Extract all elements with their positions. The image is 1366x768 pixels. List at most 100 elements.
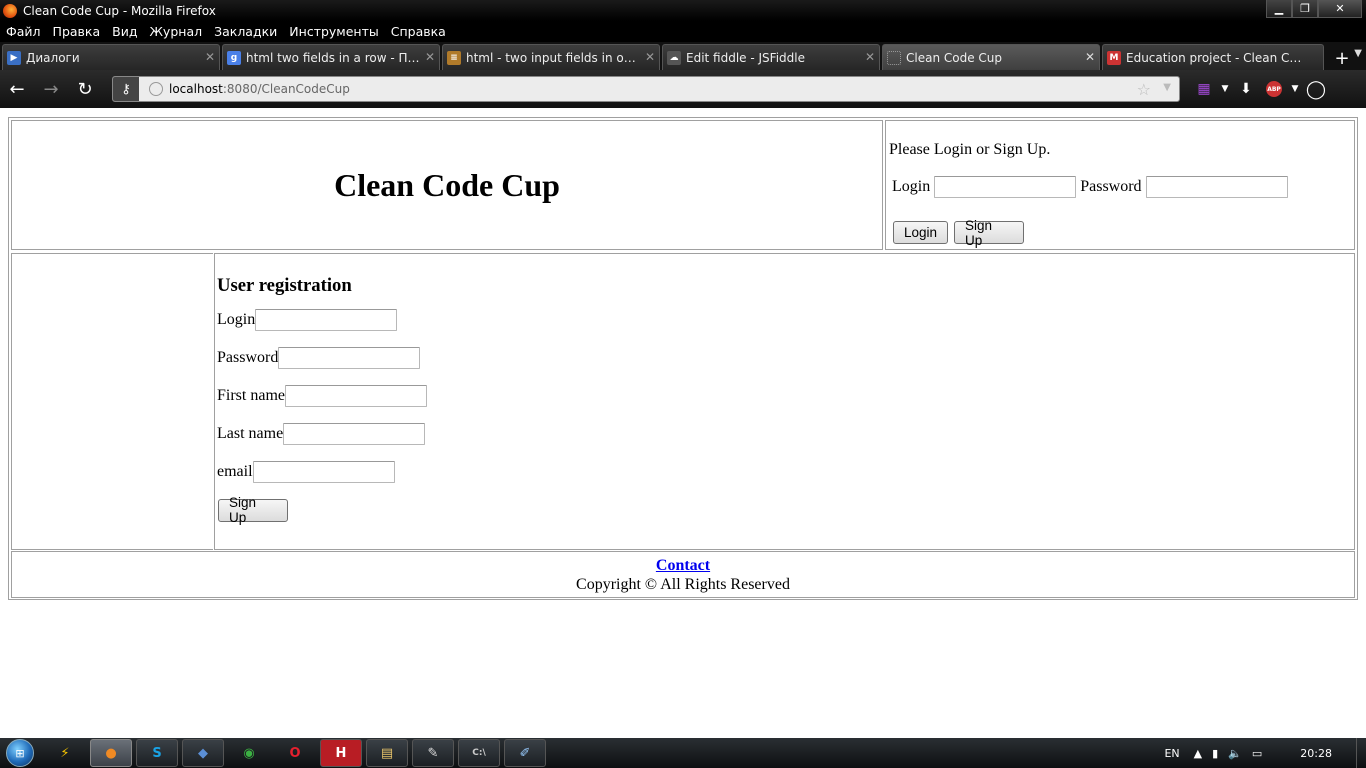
window-title: Clean Code Cup - Mozilla Firefox [23, 3, 216, 18]
site-identity-icon[interactable]: ⚷ [113, 77, 139, 101]
registration-password-input[interactable] [278, 347, 421, 369]
bookmark-star-icon[interactable]: ☆ [1137, 80, 1151, 99]
toolbar-right: ▦ ▼ ⬇ ABP ▼ ◯ [1190, 76, 1330, 102]
show-hidden-icons-icon[interactable]: ▲ [1194, 747, 1202, 760]
menu-bookmarks[interactable]: Закладки [214, 24, 277, 39]
registration-email-input[interactable] [252, 461, 395, 483]
tab-close-icon[interactable]: ✕ [865, 50, 875, 64]
new-tab-button[interactable]: + [1330, 46, 1354, 70]
login-label: Login [892, 178, 931, 195]
tab-jsfiddle[interactable]: ☁ Edit fiddle - JSFiddle ✕ [662, 44, 880, 70]
chrome-taskbar-icon[interactable]: ◉ [228, 739, 270, 767]
registration-firstname-input[interactable] [285, 385, 427, 407]
firefox-icon [3, 3, 17, 18]
taskbar-clock[interactable]: 20:28 [1300, 747, 1332, 760]
tab-label: Edit fiddle - JSFiddle [686, 50, 805, 65]
registration-actions: Sign Up [217, 495, 1352, 525]
reload-button[interactable]: ↻ [68, 74, 102, 104]
menu-file[interactable]: Файл [6, 24, 41, 39]
tab-close-icon[interactable]: ✕ [205, 50, 215, 64]
h-app-taskbar-icon[interactable]: H [320, 739, 362, 767]
registration-login-input[interactable] [255, 309, 398, 331]
registration-password-label: Password [217, 349, 279, 366]
tab-label: Clean Code Cup [906, 50, 1003, 65]
password-label: Password [1080, 178, 1142, 195]
login-button[interactable]: Login [893, 221, 948, 244]
registration-lastname-label: Last name [217, 425, 284, 442]
tab-close-icon[interactable]: ✕ [1085, 50, 1095, 64]
menu-help[interactable]: Справка [391, 24, 446, 39]
downloads-icon[interactable]: ⬇ [1232, 76, 1260, 102]
opera-taskbar-icon[interactable]: O [274, 739, 316, 767]
layout-table: Clean Code Cup Please Login or Sign Up. … [8, 117, 1358, 600]
registration-firstname-label: First name [217, 387, 285, 404]
windows-logo-icon: ⊞ [6, 739, 34, 767]
volume-icon[interactable]: 🔈 [1228, 747, 1242, 760]
tab-stackoverflow[interactable]: ≡ html - two input fields in one r... ✕ [442, 44, 660, 70]
tab-close-icon[interactable]: ✕ [425, 50, 435, 64]
feedback-icon[interactable]: ◯ [1302, 76, 1330, 102]
sidebar-cell [11, 253, 213, 550]
forward-button[interactable]: → [34, 74, 68, 104]
network-icon[interactable]: ▭ [1252, 747, 1262, 760]
back-button[interactable]: ← [0, 74, 34, 104]
quick-launch-icon[interactable]: ⚡ [44, 739, 86, 767]
notepad-taskbar-icon[interactable]: ✎ [412, 739, 454, 767]
address-bar[interactable]: ⚷ localhost :8080/CleanCodeCup ☆ ▼ [112, 76, 1180, 102]
registration-panel: User registration Login Password First n… [214, 253, 1355, 550]
login-prompt: Please Login or Sign Up. [889, 141, 1051, 158]
tab-clean-code-cup[interactable]: Clean Code Cup ✕ [882, 44, 1100, 70]
show-desktop-button[interactable] [1356, 738, 1366, 768]
header-password-input[interactable] [1145, 176, 1288, 198]
extension-grid-icon[interactable]: ▦ [1190, 76, 1218, 102]
extension-dropdown-icon[interactable]: ▼ [1218, 76, 1232, 102]
header-signup-button[interactable]: Sign Up [954, 218, 1024, 248]
skype-taskbar-icon[interactable]: S [136, 739, 178, 767]
menu-tools[interactable]: Инструменты [289, 24, 378, 39]
registration-email-row: email [217, 461, 1352, 483]
maximize-button[interactable]: ❐ [1292, 0, 1318, 18]
window-controls: ▁ ❐ ✕ [1266, 0, 1362, 18]
registration-signup-button[interactable]: Sign Up [218, 495, 288, 525]
url-host: localhost [169, 82, 223, 96]
dialogs-icon: ▶ [7, 50, 21, 65]
copyright-text: Copyright © All Rights Reserved [576, 576, 790, 593]
header-login-input[interactable] [934, 176, 1077, 198]
tab-google-search[interactable]: g html two fields in a row - Поис... ✕ [222, 44, 440, 70]
adblock-dropdown-icon[interactable]: ▼ [1288, 76, 1302, 102]
virtualbox-taskbar-icon[interactable]: ◆ [182, 739, 224, 767]
menu-view[interactable]: Вид [112, 24, 137, 39]
editor-taskbar-icon[interactable]: ✐ [504, 739, 546, 767]
start-button[interactable]: ⊞ [0, 738, 40, 768]
stackoverflow-icon: ≡ [447, 50, 461, 65]
tab-gmail[interactable]: M Education project - Clean Code... [1102, 44, 1324, 70]
url-history-dropdown-icon[interactable]: ▼ [1163, 82, 1171, 93]
registration-lastname-input[interactable] [283, 423, 426, 445]
tab-label: html two fields in a row - Поис... [246, 50, 421, 65]
tab-dialogs[interactable]: ▶ Диалоги ✕ [2, 44, 220, 70]
adblock-plus-icon[interactable]: ABP [1260, 76, 1288, 102]
firefox-taskbar-icon[interactable]: ● [90, 739, 132, 767]
close-window-button[interactable]: ✕ [1318, 0, 1362, 18]
tab-close-icon[interactable]: ✕ [645, 50, 655, 64]
registration-email-label: email [217, 463, 253, 480]
list-all-tabs-icon[interactable]: ▼ [1354, 48, 1362, 59]
window-titlebar: Clean Code Cup - Mozilla Firefox ▁ ❐ ✕ [0, 0, 1366, 21]
login-actions: Login Sign Up [889, 218, 1351, 248]
language-indicator[interactable]: EN [1164, 747, 1179, 760]
explorer-taskbar-icon[interactable]: ▤ [366, 739, 408, 767]
menu-history[interactable]: Журнал [149, 24, 202, 39]
power-icon[interactable]: ▮ [1212, 747, 1218, 760]
minimize-button[interactable]: ▁ [1266, 0, 1292, 18]
login-row: Login Password [889, 176, 1351, 198]
jsfiddle-icon: ☁ [667, 50, 681, 65]
contact-link[interactable]: Contact [656, 557, 710, 574]
menu-edit[interactable]: Правка [53, 24, 101, 39]
menu-bar: Файл Правка Вид Журнал Закладки Инструме… [0, 21, 1366, 42]
cmd-taskbar-icon[interactable]: C:\ [458, 739, 500, 767]
registration-lastname-row: Last name [217, 423, 1352, 445]
page-icon [887, 50, 901, 65]
globe-icon [149, 82, 163, 96]
tab-label: Диалоги [26, 50, 80, 65]
gmail-icon: M [1107, 50, 1121, 65]
